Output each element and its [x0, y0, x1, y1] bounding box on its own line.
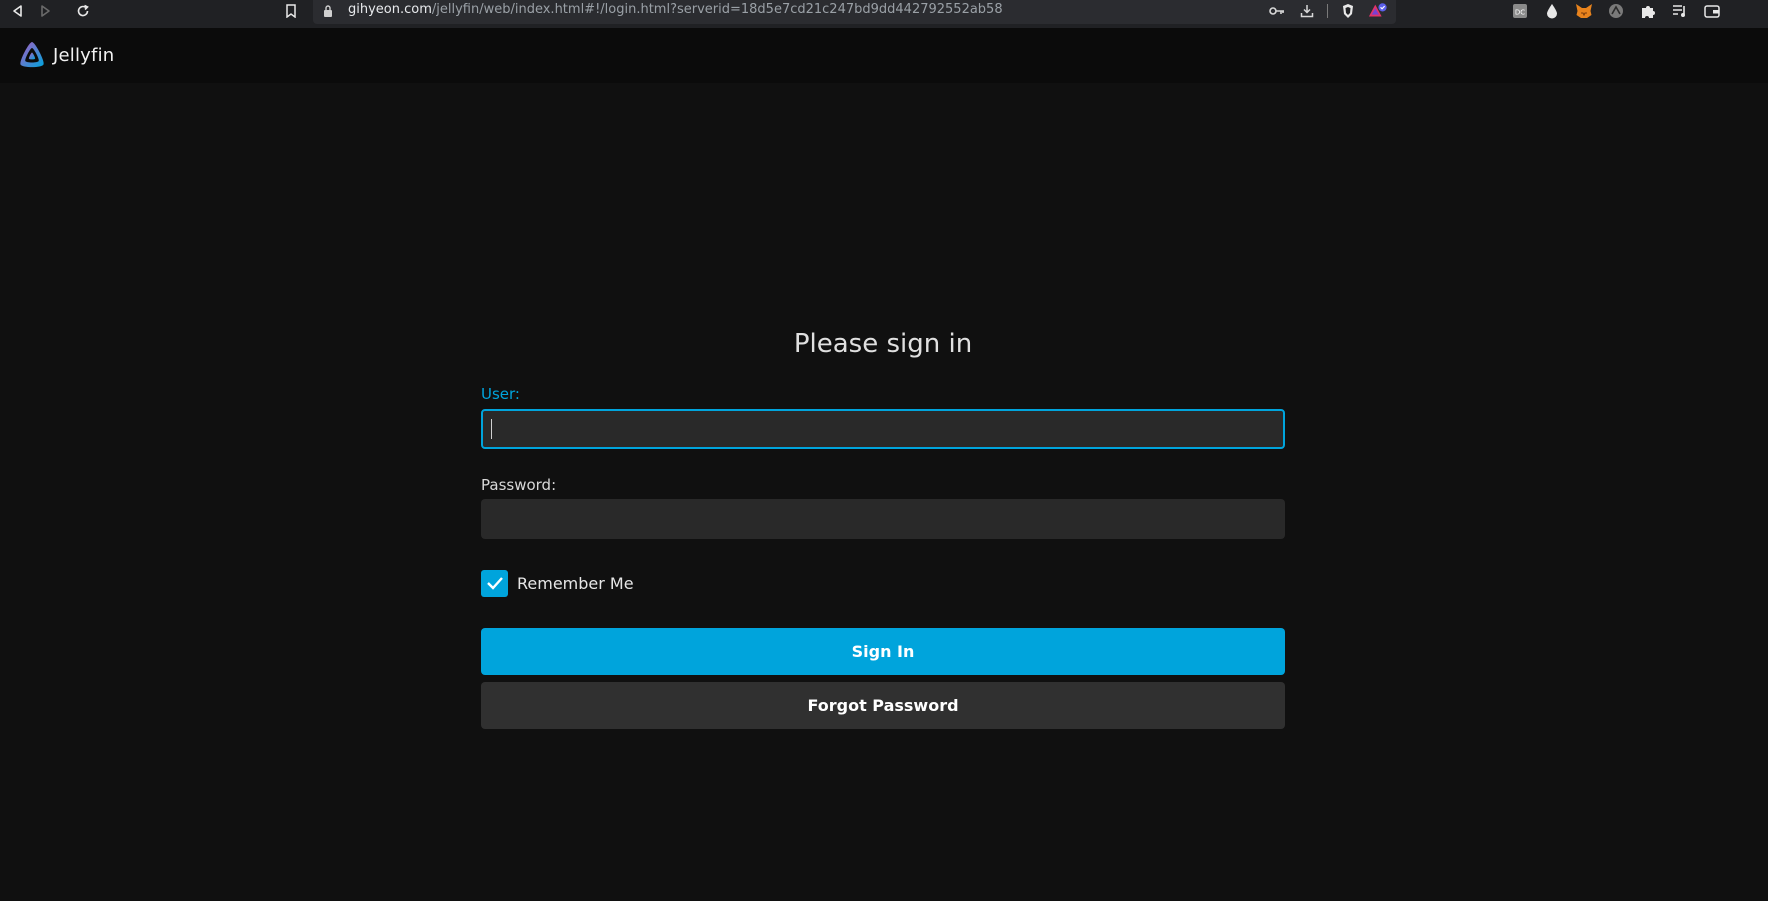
lock-icon	[324, 5, 332, 17]
jellyfin-logo[interactable]: Jellyfin	[17, 38, 114, 72]
jellyfin-logo-icon	[20, 42, 44, 68]
app-header: Jellyfin	[0, 28, 1768, 83]
dc-extension-icon[interactable]: DC	[1510, 1, 1530, 21]
app-name: Jellyfin	[53, 44, 115, 66]
dc-extension-label: DC	[1515, 9, 1525, 17]
forward-button[interactable]	[33, 0, 57, 22]
page-title: Please sign in	[793, 329, 973, 359]
key-icon[interactable]	[1267, 1, 1287, 21]
sign-in-label: Sign In	[851, 642, 915, 661]
forgot-password-label: Forgot Password	[807, 696, 959, 715]
puzzle-extensions-icon[interactable]	[1638, 1, 1658, 21]
download-icon[interactable]	[1297, 1, 1317, 21]
user-label: User:	[481, 385, 520, 403]
password-label: Password:	[481, 476, 557, 494]
check-icon	[486, 577, 503, 590]
wallet-icon[interactable]	[1702, 1, 1722, 21]
circle-extension-icon[interactable]	[1606, 1, 1626, 21]
user-input[interactable]	[481, 409, 1285, 449]
address-bar[interactable]: gihyeon.com/jellyfin/web/index.html#!/lo…	[313, 0, 1396, 24]
url-host: gihyeon.com	[348, 2, 432, 17]
url-text[interactable]: gihyeon.com/jellyfin/web/index.html#!/lo…	[348, 2, 1003, 17]
reload-icon	[77, 4, 89, 17]
login-form: Please sign in User: Password: Remember …	[481, 83, 1285, 901]
divider	[1327, 4, 1328, 18]
password-input[interactable]	[481, 499, 1285, 539]
bookmark-icon	[286, 4, 296, 18]
drop-extension-icon[interactable]	[1542, 1, 1562, 21]
forward-icon	[41, 5, 50, 17]
metamask-fox-icon[interactable]	[1574, 1, 1594, 21]
remember-me-row[interactable]: Remember Me	[481, 568, 634, 598]
brave-shield-icon[interactable]	[1338, 1, 1358, 21]
brave-rewards-icon[interactable]	[1368, 1, 1388, 21]
remember-me-checkbox[interactable]	[481, 569, 508, 597]
playlist-icon[interactable]	[1670, 1, 1690, 21]
back-icon	[13, 5, 22, 17]
text-caret	[491, 419, 492, 439]
bookmark-button[interactable]	[281, 0, 301, 22]
address-bar-actions	[1267, 0, 1388, 22]
reload-button[interactable]	[71, 0, 95, 22]
url-path: /jellyfin/web/index.html#!/login.html?se…	[431, 2, 1003, 17]
sign-in-button[interactable]: Sign In	[481, 628, 1285, 675]
back-button[interactable]	[6, 0, 30, 22]
extension-toolbar: DC	[1510, 0, 1722, 22]
remember-me-label: Remember Me	[517, 573, 634, 593]
browser-toolbar: gihyeon.com/jellyfin/web/index.html#!/lo…	[0, 0, 1768, 28]
forgot-password-button[interactable]: Forgot Password	[481, 682, 1285, 729]
